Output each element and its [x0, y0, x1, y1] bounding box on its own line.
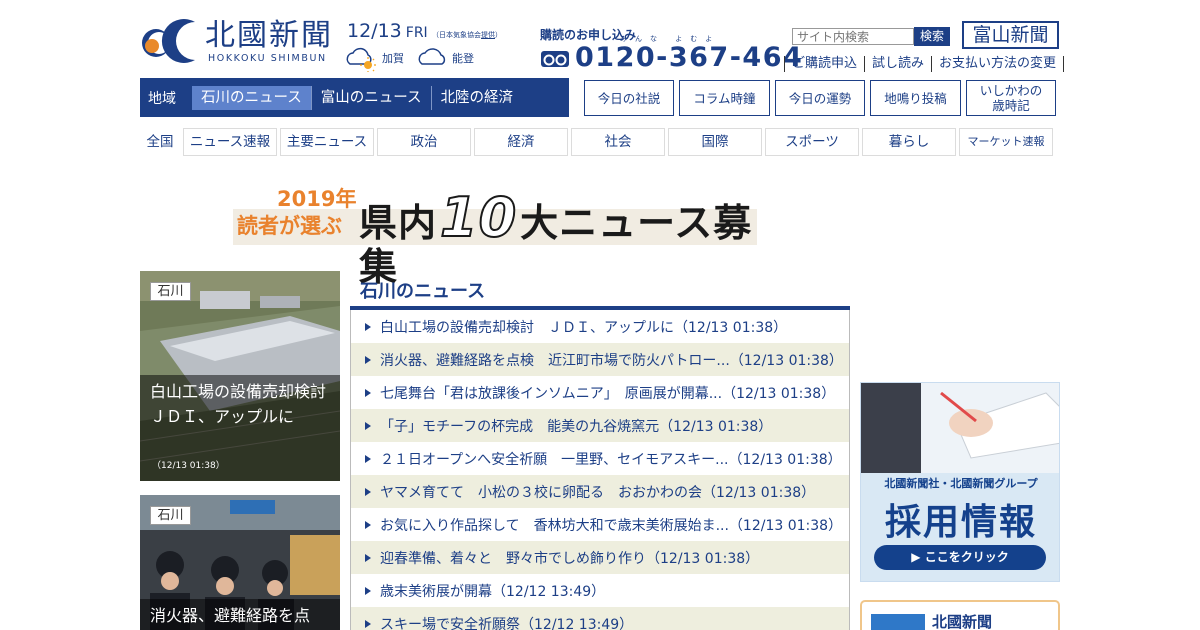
search-button[interactable]: 検索 [914, 27, 950, 46]
news-section-title[interactable]: 石川のニュース [360, 277, 485, 303]
tab-toyama-news[interactable]: 富山のニュース [312, 85, 432, 110]
column-buttons: 今日の社説 コラム時鐘 今日の運勢 地鳴り投稿 いしかわの 歳時記 [584, 80, 1056, 116]
category-market-news[interactable]: マーケット速報 [959, 128, 1053, 156]
news-list-item[interactable]: 歳末美術展が開幕（12/12 13:49） [351, 574, 849, 607]
bullet-triangle-icon [365, 553, 371, 562]
fortune-button[interactable]: 今日の運勢 [775, 80, 865, 116]
subscription-links: ご購読申込 試し読み お支払い方法の変更 [784, 56, 1065, 72]
photo-caption[interactable]: 消火器、避難経路を点 [140, 599, 340, 630]
banner-title-prefix: 県内 [359, 201, 438, 245]
weather-source-link[interactable]: 提供 [481, 31, 495, 39]
bullet-triangle-icon [365, 421, 371, 430]
hand-writing-illustration [861, 383, 1059, 473]
news-headline: 消火器、避難経路を点検 近江町市場で防火パトロー...（12/13 01:38） [380, 352, 843, 369]
weather-noto[interactable]: 能登 [418, 44, 474, 72]
category-top-news[interactable]: 主要ニュース [280, 128, 374, 156]
news-headline: 七尾舞台「君は放課後インソムニア」 原画展が開幕...（12/13 01:38） [380, 385, 836, 402]
region-label: 地域 [148, 90, 176, 107]
category-economy[interactable]: 経済 [474, 128, 568, 156]
category-label: 全国 [146, 134, 174, 150]
region-nav: 地域 石川のニュース 富山のニュース 北陸の経済 [140, 78, 569, 117]
date-display: 12/13 FRI [347, 20, 428, 42]
tab-ishikawa-news[interactable]: 石川のニュース [192, 85, 312, 110]
weather-label: 能登 [452, 52, 474, 65]
photo-card-1[interactable]: 石川 白山工場の設備売却検討 ＪＤＩ、アップルに （12/13 01:38） [140, 271, 340, 481]
category-society[interactable]: 社会 [571, 128, 665, 156]
news-list-item[interactable]: 白山工場の設備売却検討 ＪＤＩ、アップルに（12/13 01:38） [351, 310, 849, 343]
region-tag: 石川 [150, 282, 191, 301]
payment-change-link[interactable]: お支払い方法の変更 [931, 56, 1065, 72]
news-headline: お気に入り作品探して 香林坊大和で歳末美術展始ま...（12/13 01:38） [380, 517, 843, 534]
news-list-item[interactable]: ２１日オープンへ安全祈願 一里野、セイモアスキー...（12/13 01:38） [351, 442, 849, 475]
site-search-input[interactable] [792, 28, 914, 45]
news-list: 白山工場の設備売却検討 ＪＤＩ、アップルに（12/13 01:38） 消火器、避… [350, 310, 850, 630]
bullet-triangle-icon [365, 487, 371, 496]
logo-mark-icon[interactable] [140, 16, 198, 64]
news-headline: 迎春準備、着々と 野々市でしめ飾り作り（12/13 01:38） [380, 550, 760, 567]
banner-year: 2019年 [277, 187, 357, 211]
category-living[interactable]: 暮らし [862, 128, 956, 156]
category-sports[interactable]: スポーツ [765, 128, 859, 156]
jisho-column-button[interactable]: コラム時鐘 [679, 80, 770, 116]
bullet-triangle-icon [365, 619, 371, 628]
logo-subtitle: HOKKOKU SHIMBUN [208, 53, 327, 64]
bullet-triangle-icon [365, 322, 371, 331]
news-headline: ２１日オープンへ安全祈願 一里野、セイモアスキー...（12/13 01:38） [380, 451, 842, 468]
bullet-triangle-icon [365, 586, 371, 595]
toyama-shimbun-button[interactable]: 富山新聞 [962, 21, 1059, 49]
news-headline: スキー場で安全祈願祭（12/12 13:49） [380, 616, 634, 630]
category-breaking-news[interactable]: ニュース速報 [183, 128, 277, 156]
news-list-item[interactable]: お気に入り作品探して 香林坊大和で歳末美術展始ま...（12/13 01:38） [351, 508, 849, 541]
weekday: FRI [405, 25, 428, 41]
news-list-item[interactable]: ヤマメ育てて 小松の３校に卵配る おおかわの会（12/13 01:38） [351, 475, 849, 508]
subscribe-link[interactable]: ご購読申込 [784, 56, 864, 72]
editorial-button[interactable]: 今日の社説 [584, 80, 674, 116]
category-international[interactable]: 国際 [668, 128, 762, 156]
news-headline: 歳末美術展が開幕（12/12 13:49） [380, 583, 606, 600]
category-politics[interactable]: 政治 [377, 128, 471, 156]
recruit-ad-caption: 北國新聞社・北國新聞グループ [884, 477, 1038, 490]
bullet-triangle-icon [365, 454, 371, 463]
freedial-icon [541, 51, 569, 67]
hokkoku-ad-banner[interactable]: 北國新聞 [860, 600, 1060, 630]
photo-card-2[interactable]: 石川 消火器、避難経路を点 [140, 495, 340, 630]
recruit-ad-title: 採用情報 [884, 502, 1037, 543]
banner-number: 10 [439, 186, 518, 249]
banner-subtitle: 読者が選ぶ [237, 214, 342, 238]
date-value: 12/13 [347, 20, 402, 42]
sunny-cloudy-icon [346, 47, 376, 72]
recruit-click-button[interactable]: ▶ ここをクリック [874, 545, 1046, 570]
photo-timestamp: （12/13 01:38） [152, 461, 225, 471]
seasonal-calendar-button[interactable]: いしかわの 歳時記 [966, 80, 1056, 116]
news-headline: ヤマメ育てて 小松の３校に卵配る おおかわの会（12/13 01:38） [380, 484, 816, 501]
news-section-header: 石川のニュース [350, 270, 850, 310]
news-list-item[interactable]: 「子」モチーフの杯完成 能美の九谷焼窯元（12/13 01:38） [351, 409, 849, 442]
logo-text[interactable]: 北國新聞 [205, 18, 333, 54]
trial-link[interactable]: 試し読み [864, 56, 931, 72]
recruit-ad-banner[interactable]: 北國新聞社・北國新聞グループ 採用情報 ▶ ここをクリック [860, 382, 1060, 582]
news-headline: 白山工場の設備売却検討 ＪＤＩ、アップルに（12/13 01:38） [380, 319, 788, 336]
news-list-item[interactable]: 迎春準備、着々と 野々市でしめ飾り作り（12/13 01:38） [351, 541, 849, 574]
tab-hokuriku-economy[interactable]: 北陸の経済 [432, 86, 523, 110]
news-list-item[interactable]: スキー場で安全祈願祭（12/12 13:49） [351, 607, 849, 630]
top10-news-banner[interactable]: 2019年 読者が選ぶ 県内10大ニュース募集 [233, 183, 757, 289]
bullet-triangle-icon [365, 388, 371, 397]
news-list-item[interactable]: 七尾舞台「君は放課後インソムニア」 原画展が開幕...（12/13 01:38） [351, 376, 849, 409]
weather-source-end: ） [495, 31, 502, 39]
hokkoku-ad-logo [871, 614, 925, 630]
reader-post-button[interactable]: 地鳴り投稿 [870, 80, 961, 116]
weather-kaga[interactable]: 加賀 [346, 44, 404, 72]
bullet-triangle-icon [365, 355, 371, 364]
cloudy-icon [418, 48, 446, 65]
weather-source-text: （日本気象協会 [432, 31, 481, 39]
weather-label: 加賀 [382, 52, 404, 65]
region-tag: 石川 [150, 506, 191, 525]
news-headline: 「子」モチーフの杯完成 能美の九谷焼窯元（12/13 01:38） [380, 418, 773, 435]
hokkoku-ad-text: 北國新聞 [932, 613, 993, 630]
phone-number[interactable]: 0120-367-464 [575, 42, 803, 73]
news-list-item[interactable]: 消火器、避難経路を点検 近江町市場で防火パトロー...（12/13 01:38） [351, 343, 849, 376]
weather-source: （日本気象協会提供） [432, 30, 502, 40]
category-nav: 全国 ニュース速報 主要ニュース 政治 経済 社会 国際 スポーツ 暮らし マー… [140, 128, 1053, 156]
bullet-triangle-icon [365, 520, 371, 529]
